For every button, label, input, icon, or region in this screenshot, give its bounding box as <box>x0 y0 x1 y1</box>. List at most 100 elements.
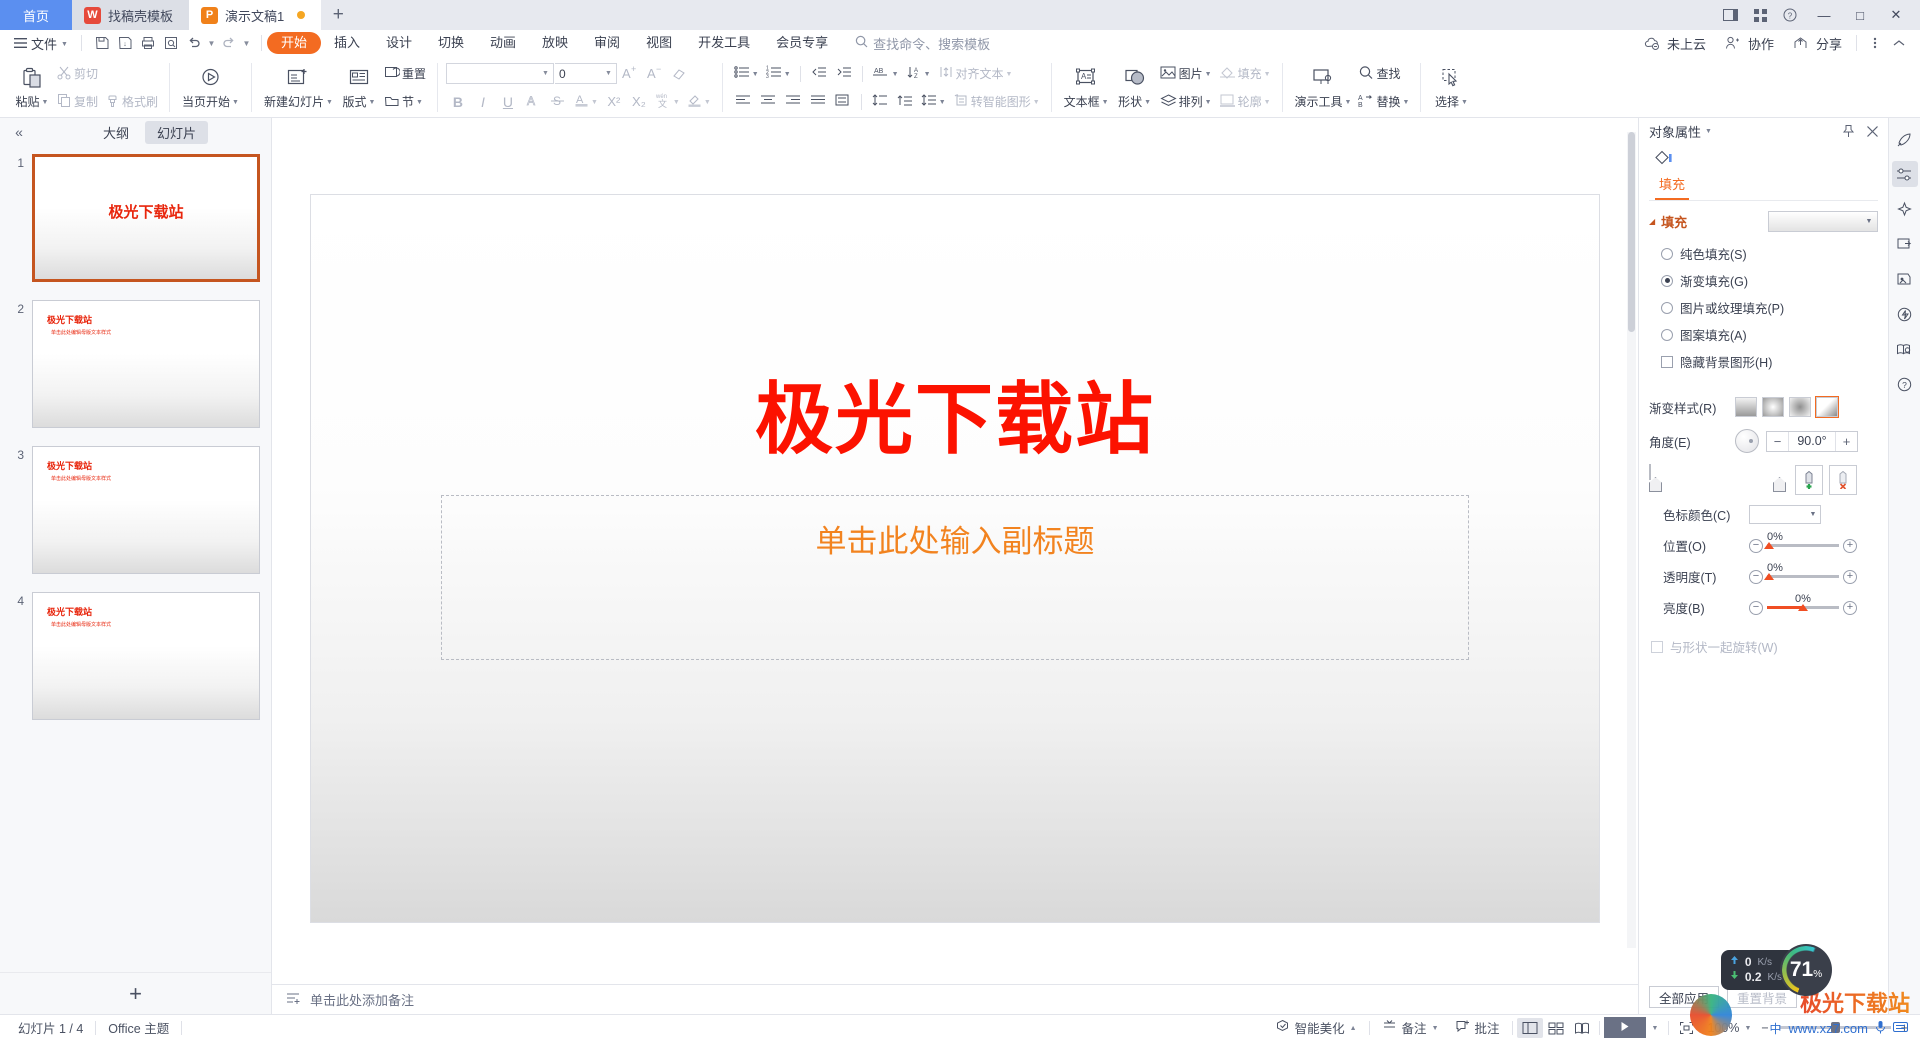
outline-button[interactable]: 轮廓 ▼ <box>1216 90 1274 114</box>
transparency-track[interactable]: 0% <box>1764 562 1839 580</box>
zoom-level-button[interactable]: 100% ▼ <box>1699 1021 1759 1035</box>
comment-button[interactable]: 批注 <box>1447 1018 1508 1037</box>
convert-to-smartart-button[interactable]: 转智能图形 ▼ <box>950 90 1043 114</box>
slide-thumbnail-4[interactable]: 极光下载站 单击此处编辑母版文本样式 <box>32 592 260 720</box>
double-chevron-left-icon[interactable]: « <box>10 124 28 140</box>
transparency-handle[interactable] <box>1764 573 1774 580</box>
align-text-button[interactable]: 对齐文本 ▼ <box>935 62 1016 86</box>
qat-customize-icon[interactable]: ▼ <box>241 32 252 54</box>
decrease-font-size-button[interactable]: A − <box>643 62 667 86</box>
radial-swatch[interactable] <box>1762 397 1784 417</box>
scrollbar-thumb[interactable] <box>1628 132 1635 332</box>
spacing-options-button[interactable]: ▼ <box>918 90 949 114</box>
strikethrough-button[interactable]: S <box>546 90 570 114</box>
picture-tool-icon[interactable] <box>1892 266 1918 292</box>
start-slideshow-button[interactable] <box>1603 1017 1646 1038</box>
fill-button[interactable]: 填充 ▼ <box>1216 62 1274 86</box>
sidebar-toggle-icon[interactable] <box>1716 2 1744 28</box>
path-swatch[interactable] <box>1815 396 1839 418</box>
slide-sorter-icon[interactable] <box>1543 1018 1569 1038</box>
rectangular-swatch[interactable] <box>1789 397 1811 417</box>
replace-button[interactable]: AB 替换 ▼ <box>1355 90 1412 114</box>
plus-circle-icon[interactable]: + <box>1843 569 1857 584</box>
beautify-button[interactable]: 智能美化 ▲ <box>1267 1018 1365 1037</box>
fill-gradient-option[interactable]: 渐变填充(G) <box>1649 267 1878 294</box>
minimize-button[interactable]: — <box>1806 0 1842 30</box>
pin-icon[interactable] <box>1840 123 1856 139</box>
save-icon[interactable] <box>91 32 113 54</box>
reading-view-icon[interactable] <box>1569 1018 1595 1038</box>
position-handle[interactable] <box>1764 542 1774 549</box>
cut-button[interactable]: 剪切 <box>54 62 101 86</box>
undo-icon[interactable] <box>183 32 205 54</box>
cloud-status-button[interactable]: 未上云 <box>1634 32 1713 54</box>
system-monitor-widget[interactable]: 0 K/s 0.2 K/s 71 % <box>1720 944 1832 996</box>
angle-increase-button[interactable]: + <box>1836 432 1857 451</box>
theme-name[interactable]: Office 主题 <box>100 1018 177 1037</box>
slide-thumbnail-list[interactable]: 1 极光下载站 2 极光下载站 单击此处编辑母版文本样式 3 极光下载站 单击此… <box>0 146 271 972</box>
slide-thumbnail-3[interactable]: 极光下载站 单击此处编辑母版文本样式 <box>32 446 260 574</box>
brightness-slider[interactable]: − 0% + <box>1749 593 1857 615</box>
ribbon-tab-design[interactable]: 设计 <box>373 32 425 54</box>
tab-slides[interactable]: 幻灯片 <box>145 120 209 144</box>
save-as-icon[interactable]: ↓ <box>114 32 136 54</box>
slide-subtitle-placeholder[interactable]: 单击此处输入副标题 <box>441 494 1469 660</box>
ribbon-tab-animation[interactable]: 动画 <box>477 32 529 54</box>
bullet-list-button[interactable]: ▼ <box>731 62 762 86</box>
angle-value[interactable]: 90.0° <box>1788 431 1836 451</box>
brightness-handle[interactable] <box>1798 604 1808 611</box>
align-left-button[interactable] <box>731 90 755 114</box>
minus-circle-icon[interactable]: − <box>1749 538 1763 553</box>
rocket-icon[interactable] <box>1892 126 1918 152</box>
textbox-button[interactable]: A 文本框 ▼ <box>1060 58 1113 117</box>
remove-gradient-stop-button[interactable] <box>1829 465 1857 495</box>
numbered-list-button[interactable]: 123 ▼ <box>763 62 794 86</box>
layout-button[interactable]: 版式 ▼ <box>337 58 381 117</box>
bold-button[interactable]: B <box>446 90 470 114</box>
tab-fill[interactable]: 填充 <box>1655 172 1690 200</box>
undo-dropdown-icon[interactable]: ▼ <box>206 32 217 54</box>
format-painter-button[interactable]: 格式刷 <box>102 90 161 114</box>
gradient-bar[interactable] <box>1649 464 1651 480</box>
subscript-button[interactable]: X₂ <box>627 90 651 114</box>
chevron-down-icon[interactable]: ▼ <box>1705 128 1712 135</box>
zoom-slider[interactable] <box>1778 1022 1891 1033</box>
close-icon[interactable] <box>1864 123 1880 139</box>
slide-canvas-area[interactable]: 极光下载站 单击此处输入副标题 <box>272 118 1638 984</box>
new-slide-button[interactable]: 新建幻灯片 ▼ <box>260 58 337 117</box>
stop-color-combobox[interactable]: ▼ <box>1749 505 1821 524</box>
section-button[interactable]: 节 ▼ <box>381 90 426 114</box>
minus-circle-icon[interactable]: − <box>1749 600 1763 615</box>
angle-spinner[interactable]: − 90.0° + <box>1766 430 1858 452</box>
superscript-button[interactable]: X² <box>602 90 626 114</box>
arrange-button[interactable]: 排列 ▼ <box>1157 90 1215 114</box>
canvas-vertical-scrollbar[interactable] <box>1627 132 1636 948</box>
ribbon-tab-insert[interactable]: 插入 <box>321 32 373 54</box>
ribbon-tab-member[interactable]: 会员专享 <box>763 32 841 54</box>
slide-thumbnail-item[interactable]: 3 极光下载站 单击此处编辑母版文本样式 <box>0 446 271 592</box>
new-tab-button[interactable]: + <box>321 0 355 30</box>
shapes-button[interactable]: 形状 ▼ <box>1113 58 1157 117</box>
fit-slide-icon[interactable] <box>1673 1018 1699 1038</box>
start-from-current-button[interactable]: 当页开始 ▼ <box>178 58 243 117</box>
cpu-usage-ring[interactable]: 71 % <box>1780 944 1832 996</box>
help-circle-icon[interactable]: ? <box>1892 371 1918 397</box>
gradient-bar-wrapper[interactable] <box>1649 464 1789 492</box>
fill-solid-option[interactable]: 纯色填充(S) <box>1649 240 1878 267</box>
slide-thumbnail-item[interactable]: 2 极光下载站 单击此处编辑母版文本样式 <box>0 300 271 446</box>
more-vertical-icon[interactable] <box>1864 32 1886 54</box>
sort-button[interactable]: AZ ▼ <box>903 62 934 86</box>
fill-section-title[interactable]: ◢ 填充 <box>1649 212 1687 231</box>
ribbon-tab-start[interactable]: 开始 <box>266 32 321 54</box>
fill-preview-combobox[interactable]: ▼ <box>1768 211 1878 232</box>
slide-thumbnail-item[interactable]: 1 极光下载站 <box>0 154 271 300</box>
angle-decrease-button[interactable]: − <box>1767 432 1788 451</box>
select-button[interactable]: 选择 ▼ <box>1429 58 1473 117</box>
text-highlight-button[interactable]: ▼ <box>684 90 714 114</box>
font-size-combobox[interactable]: 0 ▼ <box>554 63 617 84</box>
lightning-badge-icon[interactable] <box>1892 301 1918 327</box>
add-slide-button[interactable]: + <box>0 972 271 1014</box>
align-center-button[interactable] <box>756 90 780 114</box>
collaborate-button[interactable]: 协作 <box>1715 32 1781 54</box>
slideshow-options-button[interactable]: ▼ <box>1646 1024 1665 1032</box>
